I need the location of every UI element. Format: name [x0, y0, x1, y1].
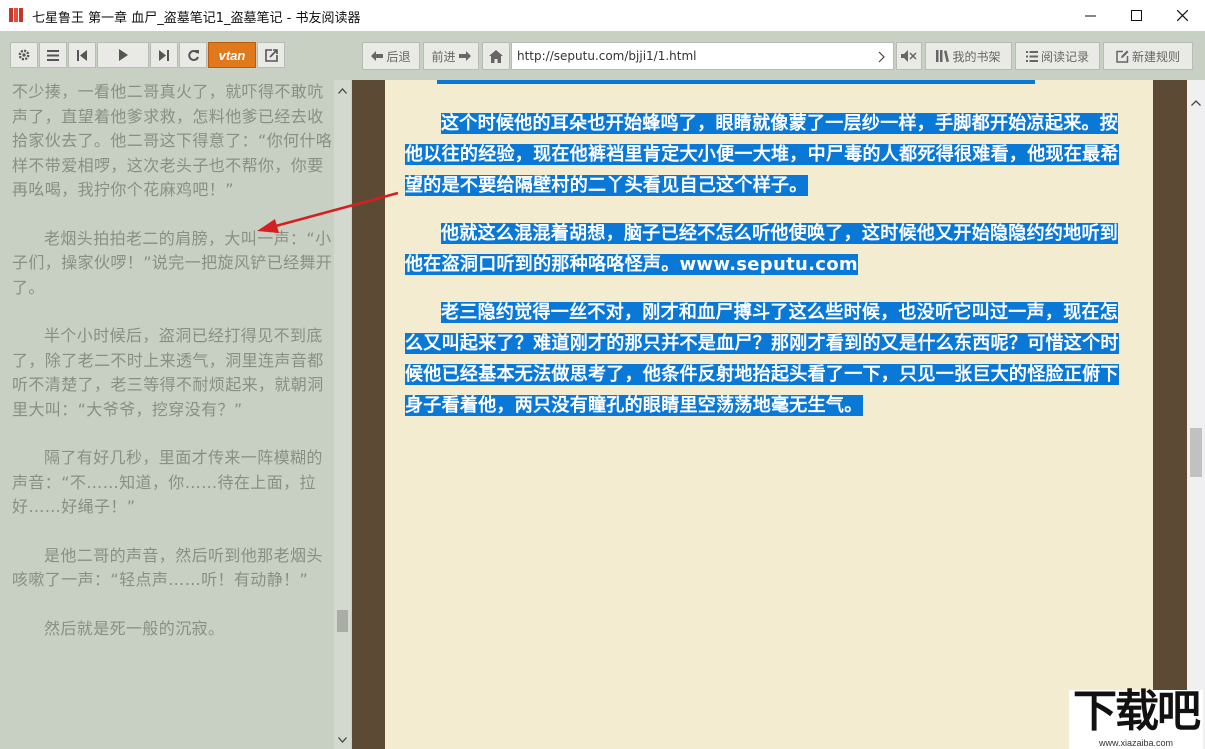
arrow-left-icon: [371, 51, 384, 61]
watermark-big-text: 下载吧: [1073, 686, 1201, 737]
page-scrollbar[interactable]: [1187, 80, 1205, 749]
left-text-content: 不少揍，一看他二哥真火了，就吓得不敢吭声了，直望着他爹求救，怎料他爹已经去收拾家…: [12, 80, 334, 665]
title-bar: 七星鲁王 第一章 血尸_盗墓笔记1_盗墓笔记 - 书友阅读器: [0, 0, 1205, 32]
left-paragraph: 老烟头拍拍老二的肩膀，大叫一声：“小子们，操家伙啰！”说完一把旋风铲已经舞开了。: [12, 228, 333, 297]
book-frame: 这个时候他的耳朵也开始蜂鸣了，眼睛就像蒙了一层纱一样，手脚都开始凉起来。按他以往…: [352, 80, 1187, 749]
page-text-content: 这个时候他的耳朵也开始蜂鸣了，眼睛就像蒙了一层纱一样，手脚都开始凉起来。按他以往…: [405, 108, 1127, 438]
left-scrollbar-thumb[interactable]: [337, 610, 348, 632]
left-scrollbar[interactable]: [334, 80, 351, 749]
book-app-icon: [9, 8, 25, 22]
url-input[interactable]: http://seputu.com/bjji1/1.html: [511, 42, 894, 70]
back-label: 后退: [386, 49, 411, 64]
play-button[interactable]: [97, 42, 149, 68]
left-reading-pane: vtan 不少揍，一看他二哥真火了，就吓得不敢吭声了，直望着他爹求救，怎料他爹已…: [0, 31, 352, 749]
list-icon: [1025, 50, 1038, 62]
highlighted-text: 他就这么混混着胡想，脑子已经不怎么听他使唤了，这时候他又开始隐隐约约地听到他在盗…: [405, 223, 1119, 275]
url-text: http://seputu.com/bjji1/1.html: [517, 49, 697, 63]
edit-icon: [1116, 50, 1129, 63]
left-paragraph: 不少揍，一看他二哥真火了，就吓得不敢吭声了，直望着他爹求救，怎料他爹已经去收拾家…: [12, 82, 333, 199]
page-paragraph: 他就这么混混着胡想，脑子已经不怎么听他使唤了，这时候他又开始隐隐约约地听到他在盗…: [405, 218, 1127, 280]
go-chevron-icon[interactable]: [878, 51, 885, 63]
refresh-button[interactable]: [179, 42, 207, 68]
watermark-logo: 下载吧 www.xiazaiba.com: [1069, 686, 1203, 749]
bookshelf-button[interactable]: 我的书架: [925, 42, 1012, 70]
chevron-down-icon: [338, 736, 347, 743]
home-button[interactable]: [482, 42, 510, 70]
refresh-icon: [187, 49, 199, 61]
brand-logo[interactable]: vtan: [208, 42, 256, 68]
highlighted-text: 这个时候他的耳朵也开始蜂鸣了，眼睛就像蒙了一层纱一样，手脚都开始凉起来。按他以往…: [405, 113, 1119, 196]
highlighted-text: 老三隐约觉得一丝不对，刚才和血尸搏斗了这么些时候，也没听它叫过一声，现在怎么又叫…: [405, 302, 1119, 416]
play-icon: [118, 49, 128, 61]
skip-forward-icon: [159, 49, 169, 61]
previous-selection-line: [437, 80, 1035, 84]
previous-chapter-button[interactable]: [68, 42, 96, 68]
chevron-up-icon: [1191, 99, 1201, 106]
next-chapter-button[interactable]: [150, 42, 178, 68]
page-scroll-up-arrow[interactable]: [1187, 94, 1205, 111]
forward-label: 前进: [431, 49, 456, 64]
gear-icon: [18, 49, 30, 61]
page-paragraph: 老三隐约觉得一丝不对，刚才和血尸搏斗了这么些时候，也没听它叫过一声，现在怎么又叫…: [405, 297, 1127, 421]
skip-back-icon: [77, 49, 87, 61]
scroll-up-arrow[interactable]: [334, 82, 351, 99]
bookshelf-label: 我的书架: [952, 49, 1001, 64]
book-page: 这个时候他的耳朵也开始蜂鸣了，眼睛就像蒙了一层纱一样，手脚都开始凉起来。按他以往…: [385, 80, 1153, 749]
watermark-url: www.xiazaiba.com: [1099, 738, 1174, 748]
history-button[interactable]: 阅读记录: [1015, 42, 1100, 70]
menu-icon: [47, 49, 59, 61]
page-paragraph: 这个时候他的耳朵也开始蜂鸣了，眼睛就像蒙了一层纱一样，手脚都开始凉起来。按他以往…: [405, 108, 1127, 201]
maximize-button[interactable]: [1113, 0, 1159, 31]
minimize-icon: [1084, 15, 1096, 17]
maximize-icon: [1130, 10, 1142, 21]
close-button[interactable]: [1159, 0, 1205, 31]
settings-button[interactable]: [10, 42, 38, 68]
bookshelf-icon: [936, 50, 950, 62]
page-scrollbar-thumb[interactable]: [1190, 428, 1202, 477]
export-button[interactable]: [257, 42, 285, 68]
scroll-down-arrow[interactable]: [334, 731, 351, 748]
left-paragraph: 半个小时候后，盗洞已经打得见不到底了，除了老二不时上来透气，洞里连声音都听不清楚…: [12, 326, 324, 419]
arrow-right-icon: [458, 51, 471, 61]
new-rule-label: 新建规则: [1131, 49, 1180, 64]
close-icon: [1176, 10, 1188, 21]
back-button[interactable]: 后退: [362, 42, 420, 70]
minimize-button[interactable]: [1067, 0, 1113, 31]
forward-button[interactable]: 前进: [423, 42, 479, 70]
speaker-mute-icon: [901, 50, 917, 62]
mute-button[interactable]: [896, 42, 922, 70]
left-toolbar: vtan: [10, 42, 286, 70]
chevron-up-icon: [338, 87, 347, 94]
left-paragraph: 是他二哥的声音，然后听到他那老烟头咳嗽了一声：“轻点声……听！有动静！”: [12, 545, 323, 590]
home-icon: [489, 49, 503, 63]
left-paragraph: 然后就是死一般的沉寂。: [44, 618, 225, 638]
left-paragraph: 隔了有好几秒，里面才传来一阵模糊的声音：“不……知道，你……待在上面，拉好……好…: [12, 448, 323, 516]
browser-toolbar: 后退 前进 http://seputu.com/bjji1/1.html 我的书…: [352, 31, 1205, 80]
export-icon: [264, 48, 278, 62]
history-label: 阅读记录: [1040, 49, 1089, 64]
menu-button[interactable]: [39, 42, 67, 68]
window-title: 七星鲁王 第一章 血尸_盗墓笔记1_盗墓笔记 - 书友阅读器: [32, 11, 361, 26]
new-rule-button[interactable]: 新建规则: [1103, 42, 1193, 70]
